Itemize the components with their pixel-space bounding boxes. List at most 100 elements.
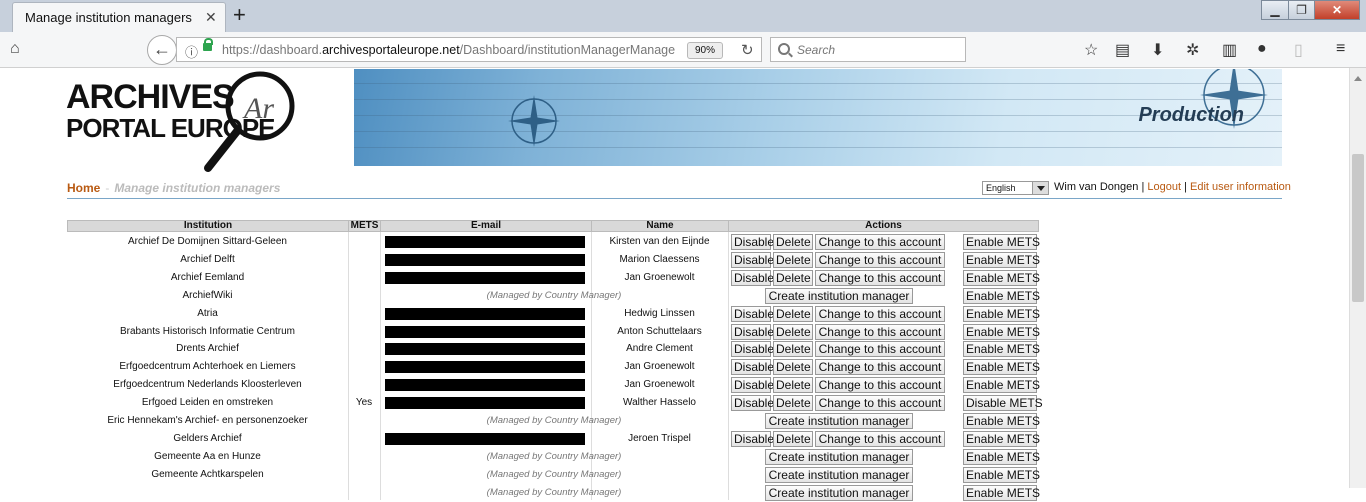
change-to-account-button[interactable]: Change to this account bbox=[815, 305, 945, 322]
create-institution-manager-button[interactable]: Create institution manager bbox=[765, 466, 913, 483]
change-to-account-button[interactable]: Change to this account bbox=[815, 341, 945, 358]
enable-mets-button[interactable]: Enable METS bbox=[963, 305, 1040, 322]
browser-tab[interactable]: Manage institution managers ✕ bbox=[12, 2, 226, 32]
change-to-account-button[interactable]: Change to this account bbox=[815, 234, 945, 250]
downloads-icon[interactable]: ⬇ bbox=[1151, 40, 1164, 60]
redacted-email bbox=[385, 343, 585, 356]
breadcrumb-home-link[interactable]: Home bbox=[67, 181, 100, 195]
create-institution-manager-button[interactable]: Create institution manager bbox=[765, 287, 913, 304]
change-to-account-button[interactable]: Change to this account bbox=[815, 377, 945, 394]
disable-button[interactable]: Disable bbox=[731, 269, 774, 286]
disable-button[interactable]: Disable bbox=[731, 305, 774, 322]
table-row: Gemeente Achtkarspelen (Managed by Countr… bbox=[67, 466, 1040, 484]
disable-button[interactable]: Disable bbox=[731, 234, 774, 250]
enable-mets-button[interactable]: Enable METS bbox=[963, 269, 1040, 286]
menu-icon[interactable]: ≡ bbox=[1336, 40, 1345, 58]
delete-button[interactable]: Delete bbox=[773, 430, 813, 447]
delete-button[interactable]: Delete bbox=[773, 377, 813, 394]
enable-mets-button[interactable]: Enable METS bbox=[963, 323, 1040, 340]
create-institution-manager-button[interactable]: Create institution manager bbox=[765, 448, 913, 465]
disable-button[interactable]: Disable bbox=[731, 359, 774, 376]
disable-button[interactable]: Disable bbox=[731, 377, 774, 394]
bookmark-star-icon[interactable]: ☆ bbox=[1084, 40, 1098, 60]
extension-icon[interactable]: ✲ bbox=[1186, 40, 1199, 60]
disable-button[interactable]: Disable bbox=[731, 323, 774, 340]
change-to-account-button[interactable]: Change to this account bbox=[815, 251, 945, 268]
language-selected-value: English bbox=[986, 183, 1016, 193]
mets-cell bbox=[348, 448, 380, 466]
enable-mets-button[interactable]: Enable METS bbox=[963, 287, 1040, 304]
url-bar[interactable]: ⓘ https://dashboard.archivesportaleurope… bbox=[176, 37, 762, 62]
maximize-window-button[interactable]: ❐ bbox=[1288, 0, 1315, 20]
mets-cell bbox=[348, 233, 380, 251]
logout-link[interactable]: Logout bbox=[1147, 181, 1181, 193]
browser-nav-bar: ⌂ ← ⓘ https://dashboard.archivesportaleu… bbox=[0, 32, 1366, 68]
delete-button[interactable]: Delete bbox=[773, 359, 813, 376]
disable-button[interactable]: Disable bbox=[731, 341, 774, 358]
enable-mets-button[interactable]: Enable METS bbox=[963, 234, 1040, 250]
close-tab-icon[interactable]: ✕ bbox=[205, 9, 217, 26]
delete-button[interactable]: Delete bbox=[773, 269, 813, 286]
mets-cell bbox=[348, 412, 380, 430]
close-window-button[interactable]: ✕ bbox=[1314, 0, 1360, 20]
delete-button[interactable]: Delete bbox=[773, 341, 813, 358]
change-to-account-button[interactable]: Change to this account bbox=[815, 430, 945, 447]
create-institution-manager-button[interactable]: Create institution manager bbox=[765, 484, 913, 501]
delete-button[interactable]: Delete bbox=[773, 305, 813, 322]
library-icon[interactable]: ▯ bbox=[1294, 40, 1303, 60]
enable-mets-button[interactable]: Enable METS bbox=[963, 341, 1040, 358]
browser-tab-bar: Manage institution managers ✕ + ▁ ❐ ✕ bbox=[0, 0, 1366, 32]
managed-by-country-manager-note: (Managed by Country Manager) bbox=[486, 486, 622, 498]
mets-cell bbox=[348, 269, 380, 287]
managed-by-country-manager-note: (Managed by Country Manager) bbox=[486, 468, 622, 480]
change-to-account-button[interactable]: Change to this account bbox=[815, 395, 945, 412]
home-icon[interactable]: ⌂ bbox=[10, 40, 20, 58]
mets-cell bbox=[348, 251, 380, 269]
search-bar[interactable]: Search bbox=[770, 37, 966, 62]
search-placeholder: Search bbox=[797, 43, 836, 57]
enable-mets-button[interactable]: Enable METS bbox=[963, 359, 1040, 376]
table-row: (Managed by Country Manager) Create insti… bbox=[67, 484, 1040, 502]
delete-button[interactable]: Delete bbox=[773, 395, 813, 412]
enable-mets-button[interactable]: Enable METS bbox=[963, 251, 1040, 268]
disable-mets-button[interactable]: Disable METS bbox=[963, 395, 1043, 412]
language-select[interactable]: English bbox=[982, 181, 1049, 195]
sidebar-icon[interactable]: ▥ bbox=[1222, 40, 1237, 60]
disable-button[interactable]: Disable bbox=[731, 395, 774, 412]
info-icon[interactable]: ⓘ bbox=[185, 42, 198, 61]
enable-mets-button[interactable]: Enable METS bbox=[963, 430, 1040, 447]
change-to-account-button[interactable]: Change to this account bbox=[815, 359, 945, 376]
page-scrollbar[interactable] bbox=[1349, 68, 1366, 488]
enable-mets-button[interactable]: Enable METS bbox=[963, 413, 1040, 429]
zoom-indicator[interactable]: 90% bbox=[687, 42, 723, 59]
institution-cell: Gelders Archief bbox=[173, 432, 242, 444]
url-text[interactable]: https://dashboard.archivesportaleurope.n… bbox=[222, 43, 677, 57]
delete-button[interactable]: Delete bbox=[773, 323, 813, 340]
user-bar: Wim van Dongen | Logout | Edit user info… bbox=[1054, 181, 1291, 193]
scroll-up-icon[interactable] bbox=[1354, 72, 1362, 81]
disable-button[interactable]: Disable bbox=[731, 430, 774, 447]
change-to-account-button[interactable]: Change to this account bbox=[815, 269, 945, 286]
minimize-window-button[interactable]: ▁ bbox=[1261, 0, 1289, 20]
chevron-down-icon[interactable] bbox=[1032, 182, 1048, 194]
change-to-account-button[interactable]: Change to this account bbox=[815, 323, 945, 340]
new-tab-icon[interactable]: + bbox=[233, 2, 246, 28]
account-icon[interactable]: ● bbox=[1257, 40, 1267, 58]
back-button[interactable]: ← bbox=[147, 35, 177, 65]
enable-mets-button[interactable]: Enable METS bbox=[963, 377, 1040, 394]
delete-button[interactable]: Delete bbox=[773, 251, 813, 268]
edit-user-link[interactable]: Edit user information bbox=[1190, 181, 1291, 193]
institution-cell: Drents Archief bbox=[176, 343, 239, 355]
enable-mets-button[interactable]: Enable METS bbox=[963, 484, 1040, 501]
scrollbar-thumb[interactable] bbox=[1352, 154, 1364, 302]
reload-icon[interactable]: ↻ bbox=[741, 41, 754, 59]
manager-name-cell: Hedwig Linssen bbox=[624, 307, 695, 319]
delete-button[interactable]: Delete bbox=[773, 234, 813, 250]
table-row: Archief Delft Marion Claessens Disable Dele… bbox=[67, 251, 1040, 269]
enable-mets-button[interactable]: Enable METS bbox=[963, 466, 1040, 483]
create-institution-manager-button[interactable]: Create institution manager bbox=[765, 413, 913, 429]
enable-mets-button[interactable]: Enable METS bbox=[963, 448, 1040, 465]
column-header-institution: Institution bbox=[67, 220, 349, 232]
disable-button[interactable]: Disable bbox=[731, 251, 774, 268]
reading-list-icon[interactable]: ▤ bbox=[1115, 40, 1130, 60]
